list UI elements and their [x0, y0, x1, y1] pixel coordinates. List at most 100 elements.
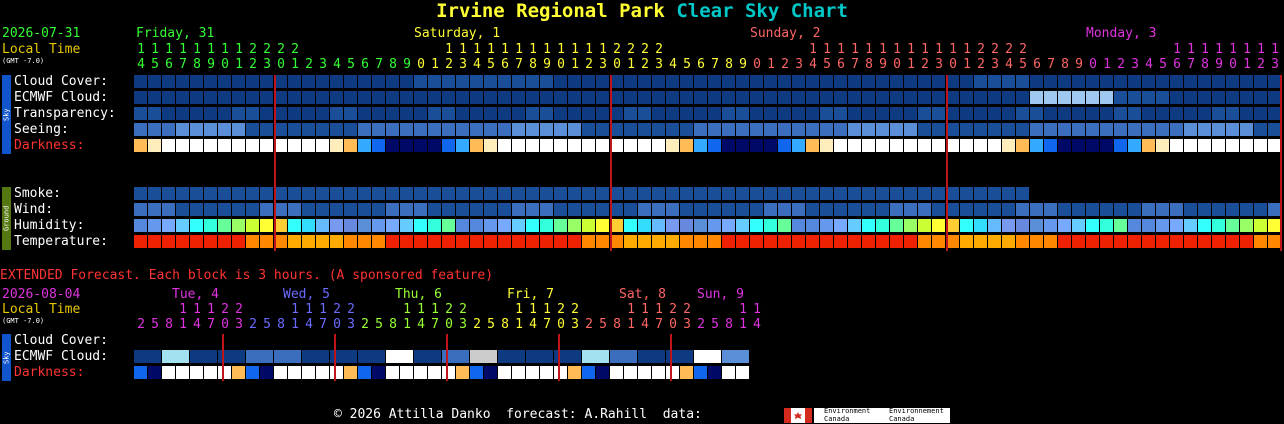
- hour-tens-digit: 1: [1257, 42, 1265, 57]
- darkness-block: [428, 139, 441, 152]
- darkness-block: [932, 139, 945, 152]
- transparency-block: [232, 107, 245, 120]
- temperature-block: [204, 235, 217, 248]
- ext-hour-tens: 2: [459, 302, 467, 317]
- ext-hour-tens: 1: [753, 302, 761, 317]
- smoke-block: [344, 187, 357, 200]
- extended-banner[interactable]: EXTENDED Forecast. Each block is 3 hours…: [0, 269, 493, 282]
- ecmwf-cloud-block: [1212, 91, 1225, 104]
- temperature-block: [1170, 235, 1183, 248]
- ext-ecmwf-cloud-block: [610, 350, 637, 363]
- humidity-block: [1128, 219, 1141, 232]
- seeing-block: [862, 123, 875, 136]
- ecmwf-cloud-block: [512, 91, 525, 104]
- transparency-block: [302, 107, 315, 120]
- wind-block: [190, 203, 203, 216]
- transparency-block: [1184, 107, 1197, 120]
- ecmwf-cloud-block: [190, 91, 203, 104]
- cloud-cover-block: [1086, 75, 1099, 88]
- smoke-block: [736, 187, 749, 200]
- ext-hour-tens: 1: [319, 302, 327, 317]
- cloud-cover-block: [666, 75, 679, 88]
- transparency-block: [820, 107, 833, 120]
- ext-hour-tens: 1: [515, 302, 523, 317]
- transparency-block: [1254, 107, 1267, 120]
- hour-units-digit: 0: [557, 57, 565, 72]
- smoke-block: [974, 187, 987, 200]
- smoke-block: [148, 187, 161, 200]
- humidity-block: [764, 219, 777, 232]
- seeing-block: [1114, 123, 1127, 136]
- hour-tens-digit: 1: [1229, 42, 1237, 57]
- hour-units-digit: 3: [935, 57, 943, 72]
- hour-units-digit: 2: [585, 57, 593, 72]
- seeing-block: [428, 123, 441, 136]
- temperature-block: [582, 235, 595, 248]
- transparency-block: [582, 107, 595, 120]
- humidity-block: [666, 219, 679, 232]
- wind-block: [358, 203, 371, 216]
- humidity-block: [848, 219, 861, 232]
- temperature-block: [638, 235, 651, 248]
- temperature-block: [834, 235, 847, 248]
- ecmwf-cloud-block: [526, 91, 539, 104]
- wind-block: [750, 203, 763, 216]
- ext-day-label: Sat, 8: [619, 287, 666, 302]
- ecmwf-cloud-block: [428, 91, 441, 104]
- wind-block: [1114, 203, 1127, 216]
- darkness-block: [218, 139, 231, 152]
- ext-hour-digit: 8: [725, 317, 733, 332]
- cloud-cover-block: [1128, 75, 1141, 88]
- darkness-block: [750, 139, 763, 152]
- ext-ecmwf-cloud-block: [358, 350, 385, 363]
- ecmwf-cloud-block: [792, 91, 805, 104]
- day-label-sat: Saturday, 1: [414, 26, 501, 41]
- transparency-block: [988, 107, 1001, 120]
- hour-units-digit: 6: [837, 57, 845, 72]
- hour-units-digit: 7: [1187, 57, 1195, 72]
- seeing-block: [848, 123, 861, 136]
- darkness-block: [1212, 139, 1225, 152]
- humidity-block: [442, 219, 455, 232]
- ext-darkness-block: [666, 366, 679, 379]
- ext-darkness-block: [484, 366, 497, 379]
- humidity-block: [330, 219, 343, 232]
- darkness-block: [1002, 139, 1015, 152]
- ext-hour-digit: 5: [711, 317, 719, 332]
- wind-block: [246, 203, 259, 216]
- midnight-line: [274, 75, 276, 251]
- humidity-block: [358, 219, 371, 232]
- ecmwf-cloud-block: [1184, 91, 1197, 104]
- smoke-block: [358, 187, 371, 200]
- seeing-block: [456, 123, 469, 136]
- ext-hour-tens: 1: [179, 302, 187, 317]
- ecmwf-cloud-block: [134, 91, 147, 104]
- cloud-cover-block: [722, 75, 735, 88]
- darkness-block: [694, 139, 707, 152]
- ext-ecmwf-cloud-block: [722, 350, 749, 363]
- smoke-block: [694, 187, 707, 200]
- ext-hour-digit: 1: [403, 317, 411, 332]
- ecmwf-cloud-block: [1002, 91, 1015, 104]
- chart-name: Clear Sky Chart: [676, 0, 848, 22]
- ext-hour-digit: 3: [571, 317, 579, 332]
- darkness-block: [512, 139, 525, 152]
- hour-units-digit: 2: [641, 57, 649, 72]
- hour-units-digit: 3: [795, 57, 803, 72]
- transparency-block: [456, 107, 469, 120]
- seeing-block: [218, 123, 231, 136]
- darkness-block: [988, 139, 1001, 152]
- row-label: Temperature:: [14, 234, 108, 249]
- ext-darkness-block: [330, 366, 343, 379]
- transparency-block: [386, 107, 399, 120]
- ecmwf-cloud-block: [414, 91, 427, 104]
- darkness-block: [918, 139, 931, 152]
- ext-hour-tens: 2: [333, 302, 341, 317]
- smoke-block: [666, 187, 679, 200]
- humidity-block: [1142, 219, 1155, 232]
- canada-flag-icon[interactable]: [784, 408, 812, 423]
- env-fr-label: Environnement Canada: [889, 407, 944, 423]
- seeing-block: [932, 123, 945, 136]
- humidity-block: [302, 219, 315, 232]
- ext-hour-digit: 7: [543, 317, 551, 332]
